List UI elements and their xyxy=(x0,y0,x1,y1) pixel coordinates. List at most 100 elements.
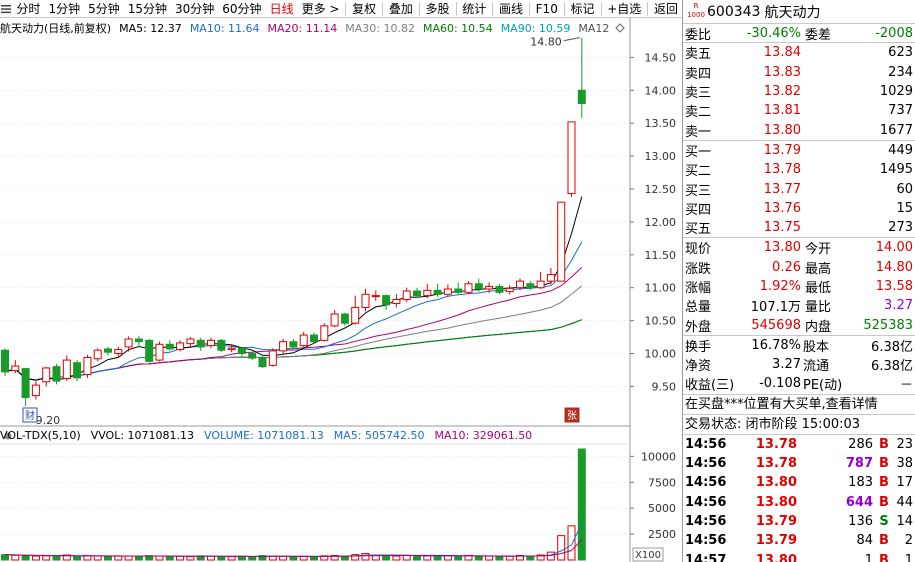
volume-bar-up xyxy=(392,555,401,561)
tick-row[interactable]: 14:56 13.79 84 B 2 xyxy=(683,531,915,550)
low-price-label: 9.20 xyxy=(36,414,61,427)
candle-down xyxy=(413,290,421,297)
price-tick-label: 14.50 xyxy=(645,51,677,64)
volume-bar-down xyxy=(454,555,463,561)
stat-value: 13.58 xyxy=(875,279,913,294)
volume-bar-down xyxy=(1,554,9,561)
stat-label: PE(动) xyxy=(803,378,843,394)
candle-up xyxy=(155,343,164,361)
sell-order-price: 13.81 xyxy=(763,103,801,119)
volume-bar-up xyxy=(227,556,236,561)
ma20-label: MA20: 11.14 xyxy=(267,21,338,35)
volume-bar-down xyxy=(495,555,504,561)
candle-down xyxy=(454,288,463,293)
buy-order-row[interactable]: 买五 13.75 273 xyxy=(683,218,915,237)
ma30-line xyxy=(4,285,583,381)
tick-row[interactable]: 14:56 13.79 136 S 14 xyxy=(683,512,915,531)
stat-value: 1.92% xyxy=(759,279,801,294)
volume-bar-up xyxy=(42,555,51,561)
sell-order-row[interactable]: 卖二 13.81 737 xyxy=(683,101,915,120)
tick-direction: B xyxy=(879,552,889,562)
candle-down xyxy=(104,348,112,353)
tick-row[interactable]: 14:56 13.80 644 B 44 xyxy=(683,493,915,512)
tick-row[interactable]: 14:56 13.78 787 B 38 xyxy=(683,454,915,473)
tick-direction: B xyxy=(879,494,889,510)
sell-order-label: 卖三 xyxy=(685,86,712,102)
volume-bar-down xyxy=(104,555,112,561)
volume-tick-label: 2500 xyxy=(648,528,676,541)
tick-price: 13.79 xyxy=(755,533,797,549)
candle-up xyxy=(567,121,576,195)
volume-bar-up xyxy=(31,555,40,561)
stat-value: 107.1万 xyxy=(750,300,801,316)
buy-order-price: 13.78 xyxy=(763,162,801,178)
kline-chart[interactable]: 9.50 10.00 10.50 11.00 11.50 12.00 12.50 13.00 1… xyxy=(0,0,682,562)
stat-value: 16.78% xyxy=(751,337,801,353)
price-tick-label: 12.50 xyxy=(645,183,677,196)
tick-price: 13.78 xyxy=(755,436,797,452)
sell-order-row[interactable]: 卖三 13.82 1029 xyxy=(683,82,915,101)
volume-tick-label: 7500 xyxy=(648,476,676,489)
tick-direction: B xyxy=(879,475,889,491)
sell-order-row[interactable]: 卖五 13.84 623 xyxy=(683,43,915,62)
candle-up xyxy=(124,338,133,348)
vol-ma10-label: MA10: 329061.50 xyxy=(434,428,533,442)
buy-order-row[interactable]: 买四 13.76 15 xyxy=(683,199,915,218)
candle-up xyxy=(268,350,277,366)
sell-order-row[interactable]: 卖四 13.83 234 xyxy=(683,63,915,82)
chart-title: 航天动力(日线,前复权) xyxy=(0,22,112,35)
stat-label: 外盘 xyxy=(685,319,712,335)
buy-order-volume: 60 xyxy=(896,181,913,197)
buy-order-row[interactable]: 买三 13.77 60 xyxy=(683,179,915,199)
buy-order-row[interactable]: 买一 13.79 449 xyxy=(683,141,915,160)
stat-value: 545698 xyxy=(751,317,801,333)
ma20-line xyxy=(4,267,583,381)
candle-down xyxy=(258,356,267,368)
tick-row[interactable]: 14:56 13.80 183 B 17 xyxy=(683,473,915,492)
buy-order-volume: 1495 xyxy=(879,162,913,178)
stat-value: 3.27 xyxy=(772,357,801,373)
tick-list[interactable]: 14:56 13.78 286 B 23 14:56 13.78 787 B 38 14:56 13.… xyxy=(683,435,915,562)
stat-row: 现价 13.80 今开 14.00 xyxy=(683,238,915,257)
candle-down xyxy=(433,289,442,295)
candle-down xyxy=(1,349,9,373)
candle-up xyxy=(320,325,329,341)
tick-volume: 136 xyxy=(848,513,873,529)
tick-time: 14:56 xyxy=(685,494,727,510)
volume-bar-up xyxy=(567,525,576,561)
volume-bar-down xyxy=(21,555,30,561)
big-order-notice[interactable]: 在买盘***位置有大买单,查看详情 xyxy=(683,395,915,415)
volume-label: VOLUME: 1071081.13 xyxy=(204,428,324,442)
tick-row[interactable]: 14:56 13.78 286 B 23 xyxy=(683,435,915,454)
volume-bar-up xyxy=(485,555,494,561)
weibi-label: 委比 xyxy=(685,27,712,43)
candle-down xyxy=(289,341,298,348)
candle-up xyxy=(299,334,308,347)
candle-down xyxy=(310,334,318,343)
candle-up xyxy=(279,341,288,352)
sell-order-price: 13.80 xyxy=(763,122,801,138)
sell-order-volume: 737 xyxy=(888,103,913,119)
volume-bar-down xyxy=(577,448,586,561)
candle-up xyxy=(42,367,51,383)
rong-badge: R 1000 xyxy=(687,2,705,22)
candle-down xyxy=(340,313,349,324)
weicha-label: 委差 xyxy=(805,27,832,43)
candle-up xyxy=(351,306,360,324)
volume-bar-up xyxy=(176,555,185,561)
price-tick-label: 11.00 xyxy=(645,282,677,295)
buy-order-row[interactable]: 买二 13.78 1495 xyxy=(683,160,915,179)
tick-volume: 644 xyxy=(845,494,873,510)
tick-volume: 286 xyxy=(848,436,873,452)
candle-up xyxy=(423,289,432,297)
candle-up xyxy=(186,338,195,345)
candle-down xyxy=(145,339,154,362)
sell-order-label: 卖一 xyxy=(685,124,712,140)
stat-row: 涨幅 1.92% 最低 13.58 xyxy=(683,277,915,296)
stat-value: 525383 xyxy=(863,317,913,333)
vvol-label: VVOL: 1071081.13 xyxy=(90,428,195,442)
sell-order-row[interactable]: 卖一 13.80 1677 xyxy=(683,120,915,140)
tick-row[interactable]: 14:57 13.80 1 B 1 xyxy=(683,550,915,562)
candle-up xyxy=(536,280,545,289)
stat-label: 换手 xyxy=(685,339,712,355)
